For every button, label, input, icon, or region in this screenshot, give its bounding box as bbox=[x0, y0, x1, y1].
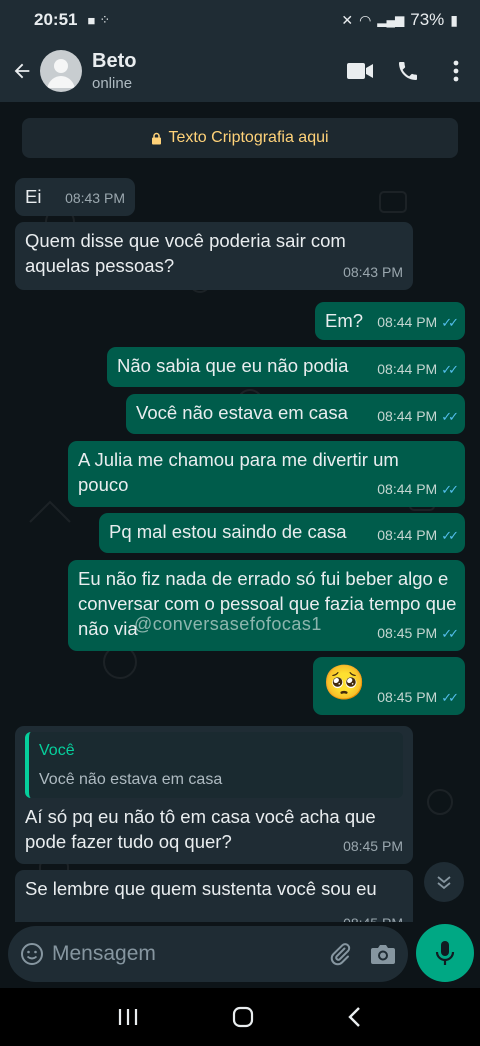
message-time: 08:45 PM bbox=[343, 838, 403, 854]
voice-record-button[interactable] bbox=[416, 924, 474, 982]
lock-icon bbox=[152, 132, 162, 144]
system-nav-bar bbox=[0, 988, 480, 1046]
read-ticks-icon: ✓✓ bbox=[441, 409, 459, 424]
message-text: Ei bbox=[25, 186, 42, 207]
message-text: Não sabia que eu não podia bbox=[117, 355, 349, 376]
message-bubble-outgoing[interactable]: Pq mal estou saindo de casa 08:44 PM ✓✓ bbox=[99, 513, 465, 553]
message-text: Em? bbox=[325, 310, 364, 331]
message-input[interactable]: Mensagem bbox=[8, 926, 408, 982]
message-time: 08:44 PM bbox=[377, 527, 438, 543]
watermark: @conversasefofocas1 bbox=[134, 614, 322, 634]
wifi-icon: ◠ bbox=[359, 11, 372, 28]
message-text: Quem disse que você poderia sair com aqu… bbox=[25, 230, 346, 276]
message-bubble-incoming[interactable]: Ei 08:43 PM bbox=[15, 178, 135, 216]
contact-status: online bbox=[92, 75, 133, 92]
chat-header: Beto online bbox=[0, 40, 480, 102]
phone-icon bbox=[399, 62, 417, 80]
input-bar: Mensagem bbox=[0, 922, 480, 988]
more-vert-icon bbox=[453, 60, 459, 82]
voice-call-button[interactable] bbox=[384, 46, 432, 96]
quoted-message[interactable]: Você Você não estava em casa bbox=[25, 732, 403, 798]
message-bubble-outgoing[interactable]: A Julia me chamou para me divertir um po… bbox=[68, 441, 465, 507]
message-text: Pq mal estou saindo de casa bbox=[109, 521, 347, 542]
message-time: 08:44 PM bbox=[377, 408, 438, 424]
video-call-button[interactable] bbox=[336, 46, 384, 96]
message-time: 08:45 PM bbox=[343, 911, 403, 922]
status-bar: 20:51 ■ ⁘ ✕ ◠ ▂▄▆ 73% ▮ bbox=[0, 0, 480, 40]
message-bubble-outgoing[interactable]: Não sabia que eu não podia 08:44 PM ✓✓ bbox=[107, 347, 465, 387]
encryption-notice[interactable]: Texto Criptografia aqui bbox=[22, 118, 458, 158]
read-ticks-icon: ✓✓ bbox=[441, 690, 459, 705]
chat-area[interactable]: Texto Criptografia aqui Ei 08:43 PM Quem… bbox=[0, 102, 480, 922]
avatar[interactable] bbox=[40, 50, 82, 92]
video-notification-icon: ■ bbox=[87, 12, 96, 28]
read-ticks-icon: ✓✓ bbox=[441, 362, 459, 377]
message-time: 08:45 PM bbox=[377, 689, 438, 705]
contact-name: Beto bbox=[92, 50, 137, 72]
message-time: 08:44 PM bbox=[377, 361, 438, 377]
contact-info[interactable]: Beto online bbox=[92, 50, 136, 92]
message-bubble-outgoing[interactable]: Em? 08:44 PM ✓✓ bbox=[315, 302, 465, 340]
message-bubble-outgoing[interactable]: Eu não fiz nada de errado só fui beber a… bbox=[68, 560, 465, 651]
scroll-to-bottom-button[interactable] bbox=[424, 862, 464, 902]
default-avatar-icon bbox=[47, 59, 75, 88]
message-time: 08:44 PM bbox=[377, 314, 438, 330]
mic-icon bbox=[435, 941, 455, 965]
message-bubble-outgoing[interactable]: 🥺 08:45 PM ✓✓ bbox=[313, 657, 465, 715]
message-time: 08:44 PM bbox=[377, 481, 438, 497]
chevron-down-icon bbox=[437, 876, 451, 890]
message-bubble-outgoing[interactable]: Você não estava em casa 08:44 PM ✓✓ bbox=[126, 394, 465, 434]
quoted-text: Você não estava em casa bbox=[39, 771, 223, 788]
message-bubble-incoming[interactable]: Quem disse que você poderia sair com aqu… bbox=[15, 222, 413, 290]
attach-icon[interactable] bbox=[328, 942, 352, 966]
message-text: Você não estava em casa bbox=[136, 402, 348, 423]
message-time: 08:45 PM bbox=[377, 625, 438, 641]
message-placeholder: Mensagem bbox=[52, 942, 156, 965]
emoji-icon[interactable] bbox=[20, 942, 44, 966]
encryption-text: Texto Criptografia aqui bbox=[168, 129, 329, 146]
message-bubble-incoming[interactable]: Você Você não estava em casa Aí só pq eu… bbox=[15, 726, 413, 864]
back-button[interactable] bbox=[4, 40, 40, 102]
signal-icon: ▂▄▆ bbox=[377, 13, 405, 27]
battery-icon: ▮ bbox=[450, 11, 458, 28]
read-ticks-icon: ✓✓ bbox=[441, 315, 459, 330]
grid-notification-icon: ⁘ bbox=[99, 12, 111, 27]
read-ticks-icon: ✓✓ bbox=[441, 482, 459, 497]
mute-icon: ✕ bbox=[341, 11, 354, 28]
battery-level: 73% bbox=[410, 10, 445, 29]
recent-apps-icon[interactable] bbox=[117, 1007, 139, 1027]
video-call-icon bbox=[347, 63, 373, 79]
more-options-button[interactable] bbox=[432, 46, 480, 96]
home-icon[interactable] bbox=[232, 1006, 254, 1028]
message-time: 08:43 PM bbox=[65, 190, 125, 206]
status-time: 20:51 bbox=[34, 10, 78, 29]
message-time: 08:43 PM bbox=[343, 264, 403, 280]
message-bubble-incoming[interactable]: Se lembre que quem sustenta você sou eu … bbox=[15, 870, 413, 922]
read-ticks-icon: ✓✓ bbox=[441, 528, 459, 543]
message-text: Se lembre que quem sustenta você sou eu bbox=[25, 878, 377, 899]
read-ticks-icon: ✓✓ bbox=[441, 626, 459, 641]
camera-icon[interactable] bbox=[370, 943, 396, 965]
back-arrow-icon bbox=[14, 63, 30, 79]
pleading-face-emoji: 🥺 bbox=[323, 664, 366, 702]
back-nav-icon[interactable] bbox=[347, 1006, 363, 1028]
quoted-author: Você bbox=[39, 742, 75, 759]
